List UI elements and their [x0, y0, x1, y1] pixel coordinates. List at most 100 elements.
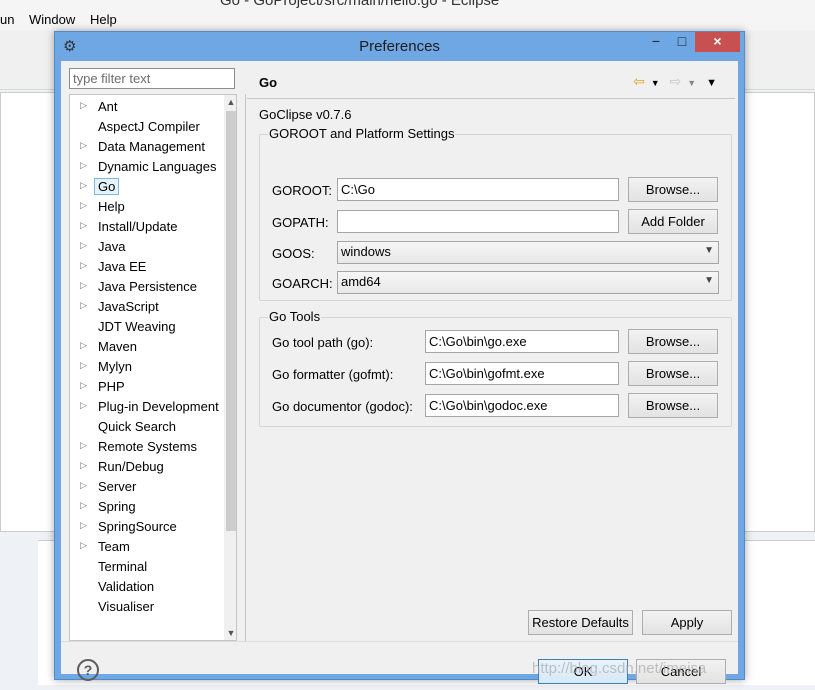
expand-arrow-icon[interactable]: ▷: [80, 500, 87, 511]
menu-run[interactable]: un: [0, 12, 14, 27]
go-tool-label: Go tool path (go):: [272, 335, 374, 350]
expand-arrow-icon[interactable]: ▷: [80, 480, 87, 491]
expand-arrow-icon[interactable]: ▷: [80, 160, 87, 171]
gopath-label: GOPATH:: [272, 215, 329, 230]
gopath-add-folder-button[interactable]: Add Folder: [628, 209, 718, 234]
tree-item[interactable]: ▷ Help: [70, 197, 230, 217]
tree-item-label: Spring: [98, 499, 136, 514]
apply-button[interactable]: Apply: [642, 610, 732, 635]
tree-item[interactable]: ▷ Team: [70, 537, 230, 557]
forward-arrow-icon[interactable]: ⇨: [670, 73, 682, 89]
go-tool-field[interactable]: [425, 330, 619, 353]
tree-item-label: Maven: [98, 339, 138, 354]
expand-arrow-icon[interactable]: ▷: [80, 460, 87, 471]
goos-value: windows: [341, 244, 391, 259]
view-menu-icon[interactable]: ▼: [706, 77, 717, 89]
goos-select[interactable]: windows ▼: [337, 241, 719, 264]
godoc-field[interactable]: [425, 394, 619, 417]
expand-arrow-icon[interactable]: ▷: [80, 340, 87, 351]
goos-label: GOOS:: [272, 246, 315, 261]
tree-item-label: Dynamic Languages: [98, 159, 217, 174]
expand-arrow-icon[interactable]: ▷: [80, 220, 87, 231]
minimize-button[interactable]: −: [643, 32, 669, 52]
expand-arrow-icon[interactable]: ▷: [80, 200, 87, 211]
expand-arrow-icon[interactable]: ▷: [80, 140, 87, 151]
tree-item[interactable]: ▷ Java Persistence: [70, 277, 230, 297]
tree-item-label: AspectJ Compiler: [98, 119, 200, 134]
expand-arrow-icon[interactable]: ▷: [80, 440, 87, 451]
tree-item[interactable]: ▷ Dynamic Languages: [70, 157, 230, 177]
history-nav: ⇦ ▼ ⇨ ▼ ▼: [633, 73, 723, 90]
back-dropdown-icon[interactable]: ▼: [651, 78, 660, 88]
expand-arrow-icon[interactable]: ▷: [80, 260, 87, 271]
scroll-thumb[interactable]: [226, 111, 236, 531]
tree-item[interactable]: ▷ Server: [70, 477, 230, 497]
tree-item[interactable]: ▷ Java EE: [70, 257, 230, 277]
forward-dropdown-icon[interactable]: ▼: [687, 78, 696, 88]
scroll-up-icon[interactable]: ▲: [224, 95, 236, 109]
scroll-down-icon[interactable]: ▼: [224, 626, 236, 640]
tree-item[interactable]: ▷ Ant: [70, 97, 230, 117]
expand-arrow-icon[interactable]: ▷: [80, 540, 87, 551]
eclipse-right-view: [740, 92, 815, 532]
goroot-field[interactable]: [337, 178, 619, 201]
pane-splitter[interactable]: [245, 94, 246, 641]
filter-input[interactable]: [69, 68, 235, 89]
goarch-label: GOARCH:: [272, 276, 333, 291]
expand-arrow-icon[interactable]: ▷: [80, 360, 87, 371]
menu-help[interactable]: Help: [90, 12, 117, 27]
menu-window[interactable]: Window: [29, 12, 75, 27]
tree-item[interactable]: ▷ JavaScript: [70, 297, 230, 317]
expand-arrow-icon[interactable]: ▷: [80, 380, 87, 391]
expand-arrow-icon[interactable]: ▷: [80, 180, 87, 191]
back-arrow-icon[interactable]: ⇦: [633, 73, 645, 89]
tree-item-label: Install/Update: [98, 219, 178, 234]
tree-item-label: Java: [98, 239, 126, 254]
tree-item[interactable]: ▷ Plug-in Development: [70, 397, 230, 417]
tree-item-label: Run/Debug: [98, 459, 164, 474]
tree-item[interactable]: Validation: [70, 577, 230, 597]
dialog-body: ▷ Ant AspectJ Compiler ▷ Data Management ▷ Dyn…: [61, 61, 738, 684]
eclipse-title: Go - GoProject/src/main/hello.go - Eclip…: [220, 0, 499, 8]
tree-item[interactable]: ▷ Run/Debug: [70, 457, 230, 477]
tree-item-label: Java Persistence: [98, 279, 197, 294]
tree-item[interactable]: Quick Search: [70, 417, 230, 437]
tree-item[interactable]: ▷ Mylyn: [70, 357, 230, 377]
expand-arrow-icon[interactable]: ▷: [80, 520, 87, 531]
gopath-field[interactable]: [337, 210, 619, 233]
tree-item-label: JDT Weaving: [98, 319, 176, 334]
expand-arrow-icon[interactable]: ▷: [80, 100, 87, 111]
tree-item-label: Help: [98, 199, 125, 214]
tree-item[interactable]: ▷ Maven: [70, 337, 230, 357]
tree-item-label: Visualiser: [98, 599, 155, 614]
help-icon[interactable]: ?: [77, 659, 99, 681]
expand-arrow-icon[interactable]: ▷: [80, 280, 87, 291]
gofmt-browse-button[interactable]: Browse...: [628, 361, 718, 386]
tree-item[interactable]: ▷ Spring: [70, 497, 230, 517]
tree-item[interactable]: ▷ PHP: [70, 377, 230, 397]
close-button[interactable]: ×: [695, 32, 740, 52]
tree-item[interactable]: Terminal: [70, 557, 230, 577]
maximize-button[interactable]: □: [669, 32, 695, 52]
restore-defaults-button[interactable]: Restore Defaults: [528, 610, 633, 635]
tree-item[interactable]: JDT Weaving: [70, 317, 230, 337]
dialog-title-bar[interactable]: ⚙ Preferences − □ ×: [55, 32, 744, 60]
tree-item-label: Plug-in Development: [98, 399, 219, 414]
go-tool-browse-button[interactable]: Browse...: [628, 329, 718, 354]
tree-item[interactable]: ▷ Remote Systems: [70, 437, 230, 457]
godoc-browse-button[interactable]: Browse...: [628, 393, 718, 418]
tree-item[interactable]: ▷ Java: [70, 237, 230, 257]
tree-item-label: Quick Search: [98, 419, 177, 434]
gofmt-field[interactable]: [425, 362, 619, 385]
expand-arrow-icon[interactable]: ▷: [80, 300, 87, 311]
tree-item[interactable]: ▷ Data Management: [70, 137, 230, 157]
expand-arrow-icon[interactable]: ▷: [80, 400, 87, 411]
tree-item[interactable]: ▷ Go: [70, 177, 230, 197]
expand-arrow-icon[interactable]: ▷: [80, 240, 87, 251]
tree-item[interactable]: ▷ Install/Update: [70, 217, 230, 237]
tree-item[interactable]: AspectJ Compiler: [70, 117, 230, 137]
goroot-browse-button[interactable]: Browse...: [628, 177, 718, 202]
tree-item[interactable]: Visualiser: [70, 597, 230, 617]
tree-item[interactable]: ▷ SpringSource: [70, 517, 230, 537]
goarch-select[interactable]: amd64 ▼: [337, 271, 719, 294]
